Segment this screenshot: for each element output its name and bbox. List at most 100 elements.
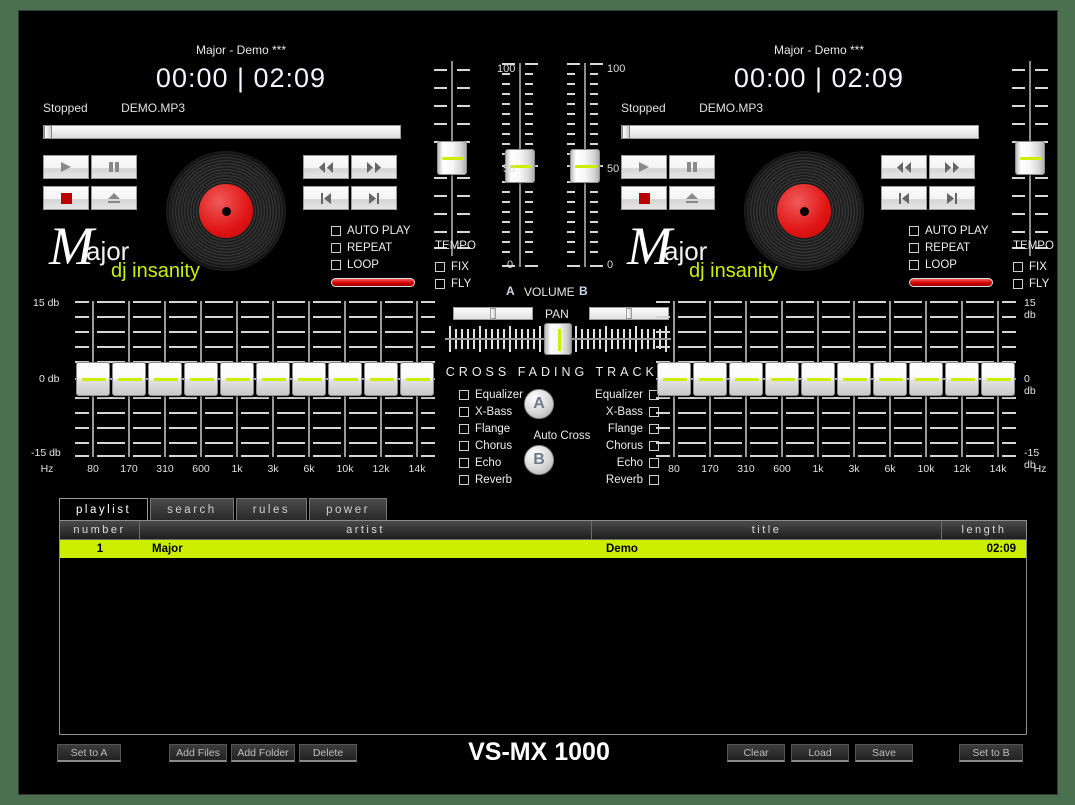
- fx-b-xbass[interactable]: X-Bass: [579, 404, 659, 420]
- eq-left-band-3k[interactable]: 3k: [255, 301, 291, 475]
- deck-a-turntable[interactable]: [166, 151, 286, 271]
- deck-b-fly-option[interactable]: FLY: [1013, 276, 1049, 292]
- deck-b-play-button[interactable]: [621, 155, 667, 179]
- tab-power[interactable]: power: [309, 498, 387, 520]
- deck-a-repeat-checkbox[interactable]: [331, 243, 341, 253]
- eq-right-thumb-170[interactable]: [693, 362, 727, 396]
- column-header-artist[interactable]: artist: [140, 521, 592, 540]
- eq-right-band-1k[interactable]: 1k: [800, 301, 836, 475]
- column-header-number[interactable]: number: [60, 521, 140, 540]
- deck-b-repeat-option[interactable]: REPEAT: [909, 240, 993, 256]
- tab-playlist[interactable]: playlist: [59, 498, 149, 520]
- deck-a-repeat-option[interactable]: REPEAT: [331, 240, 415, 256]
- deck-a-fly-checkbox[interactable]: [435, 279, 445, 289]
- deck-a-loop-checkbox[interactable]: [331, 260, 341, 270]
- save-button[interactable]: Save: [855, 744, 913, 762]
- volume-slider-b[interactable]: [564, 63, 606, 267]
- deck-b-next-button[interactable]: [929, 186, 975, 210]
- fx-b-equalizer[interactable]: Equalizer: [579, 387, 659, 403]
- crossfader-thumb[interactable]: [544, 323, 572, 355]
- eq-left-band-6k[interactable]: 6k: [291, 301, 327, 475]
- eq-left-band-310[interactable]: 310: [147, 301, 183, 475]
- deck-a-stop-button[interactable]: [43, 186, 89, 210]
- deck-a-tempo-thumb[interactable]: [437, 141, 467, 175]
- deck-a-seek-bar[interactable]: [43, 125, 401, 139]
- deck-b-pause-button[interactable]: [669, 155, 715, 179]
- auto-cross-b-button[interactable]: B: [524, 445, 554, 475]
- fx-a-echo[interactable]: Echo: [459, 455, 523, 471]
- eq-left-thumb-3k[interactable]: [256, 362, 290, 396]
- tab-rules[interactable]: rules: [235, 498, 308, 520]
- deck-b-previous-button[interactable]: [881, 186, 927, 210]
- column-header-title[interactable]: title: [592, 521, 942, 540]
- eq-left-band-170[interactable]: 170: [111, 301, 147, 475]
- pan-a-thumb[interactable]: [490, 308, 496, 319]
- eq-left-thumb-6k[interactable]: [292, 362, 326, 396]
- deck-b-loop-checkbox[interactable]: [909, 260, 919, 270]
- fx-a-flange[interactable]: Flange: [459, 421, 523, 437]
- eq-right-band-170[interactable]: 170: [692, 301, 728, 475]
- deck-a-next-button[interactable]: [351, 186, 397, 210]
- deck-b-rewind-button[interactable]: [881, 155, 927, 179]
- deck-a-autoplay-option[interactable]: AUTO PLAY: [331, 223, 415, 239]
- deck-b-tempo-slider[interactable]: [1009, 61, 1051, 256]
- fx-a-chorus-checkbox[interactable]: [459, 441, 469, 451]
- eq-left-thumb-12k[interactable]: [364, 362, 398, 396]
- deck-a-pause-button[interactable]: [91, 155, 137, 179]
- eq-right-band-12k[interactable]: 12k: [944, 301, 980, 475]
- deck-a-fix-checkbox[interactable]: [435, 262, 445, 272]
- deck-a-eject-button[interactable]: [91, 186, 137, 210]
- deck-b-turntable[interactable]: [744, 151, 864, 271]
- deck-a-seek-thumb[interactable]: [44, 125, 52, 139]
- fx-a-reverb-checkbox[interactable]: [459, 475, 469, 485]
- load-button[interactable]: Load: [791, 744, 849, 762]
- deck-b-fix-checkbox[interactable]: [1013, 262, 1023, 272]
- eq-left-band-12k[interactable]: 12k: [363, 301, 399, 475]
- deck-b-stop-button[interactable]: [621, 186, 667, 210]
- eq-left-band-80[interactable]: 80: [75, 301, 111, 475]
- eq-right-band-3k[interactable]: 3k: [836, 301, 872, 475]
- eq-right-thumb-310[interactable]: [729, 362, 763, 396]
- eq-right-thumb-600[interactable]: [765, 362, 799, 396]
- eq-left-thumb-10k[interactable]: [328, 362, 362, 396]
- deck-a-rewind-button[interactable]: [303, 155, 349, 179]
- deck-b-seek-bar[interactable]: [621, 125, 979, 139]
- eq-left-band-10k[interactable]: 10k: [327, 301, 363, 475]
- fx-a-equalizer[interactable]: Equalizer: [459, 387, 523, 403]
- deck-b-fix-option[interactable]: FIX: [1013, 259, 1049, 275]
- playlist-table[interactable]: number artist title length 1 Major Demo …: [59, 520, 1027, 735]
- fx-a-xbass[interactable]: X-Bass: [459, 404, 523, 420]
- eq-right-band-10k[interactable]: 10k: [908, 301, 944, 475]
- deck-b-fastforward-button[interactable]: [929, 155, 975, 179]
- fx-b-echo[interactable]: Echo: [579, 455, 659, 471]
- fx-a-xbass-checkbox[interactable]: [459, 407, 469, 417]
- fx-b-reverb[interactable]: Reverb: [579, 472, 659, 488]
- eq-right-band-80[interactable]: 80: [656, 301, 692, 475]
- deck-b-autoplay-checkbox[interactable]: [909, 226, 919, 236]
- eq-left-thumb-310[interactable]: [148, 362, 182, 396]
- eq-left-thumb-170[interactable]: [112, 362, 146, 396]
- eq-right-band-6k[interactable]: 6k: [872, 301, 908, 475]
- crossfader[interactable]: [445, 323, 671, 355]
- eq-left-thumb-600[interactable]: [184, 362, 218, 396]
- fx-a-chorus[interactable]: Chorus: [459, 438, 523, 454]
- table-row[interactable]: 1 Major Demo 02:09: [60, 540, 1026, 558]
- fx-b-reverb-checkbox[interactable]: [649, 475, 659, 485]
- eq-left-band-1k[interactable]: 1k: [219, 301, 255, 475]
- eq-left-thumb-1k[interactable]: [220, 362, 254, 396]
- eq-right-thumb-3k[interactable]: [837, 362, 871, 396]
- eq-left-band-14k[interactable]: 14k: [399, 301, 435, 475]
- deck-b-eject-button[interactable]: [669, 186, 715, 210]
- deck-b-seek-thumb[interactable]: [622, 125, 630, 139]
- eq-right-thumb-10k[interactable]: [909, 362, 943, 396]
- pan-slider-a[interactable]: [453, 307, 533, 320]
- fx-a-equalizer-checkbox[interactable]: [459, 390, 469, 400]
- eq-right-band-14k[interactable]: 14k: [980, 301, 1016, 475]
- volume-b-thumb[interactable]: [570, 149, 600, 183]
- eq-right-thumb-14k[interactable]: [981, 362, 1015, 396]
- deck-b-repeat-checkbox[interactable]: [909, 243, 919, 253]
- column-header-length[interactable]: length: [942, 521, 1026, 540]
- deck-a-autoplay-checkbox[interactable]: [331, 226, 341, 236]
- deck-b-tempo-thumb[interactable]: [1015, 141, 1045, 175]
- eq-right-thumb-1k[interactable]: [801, 362, 835, 396]
